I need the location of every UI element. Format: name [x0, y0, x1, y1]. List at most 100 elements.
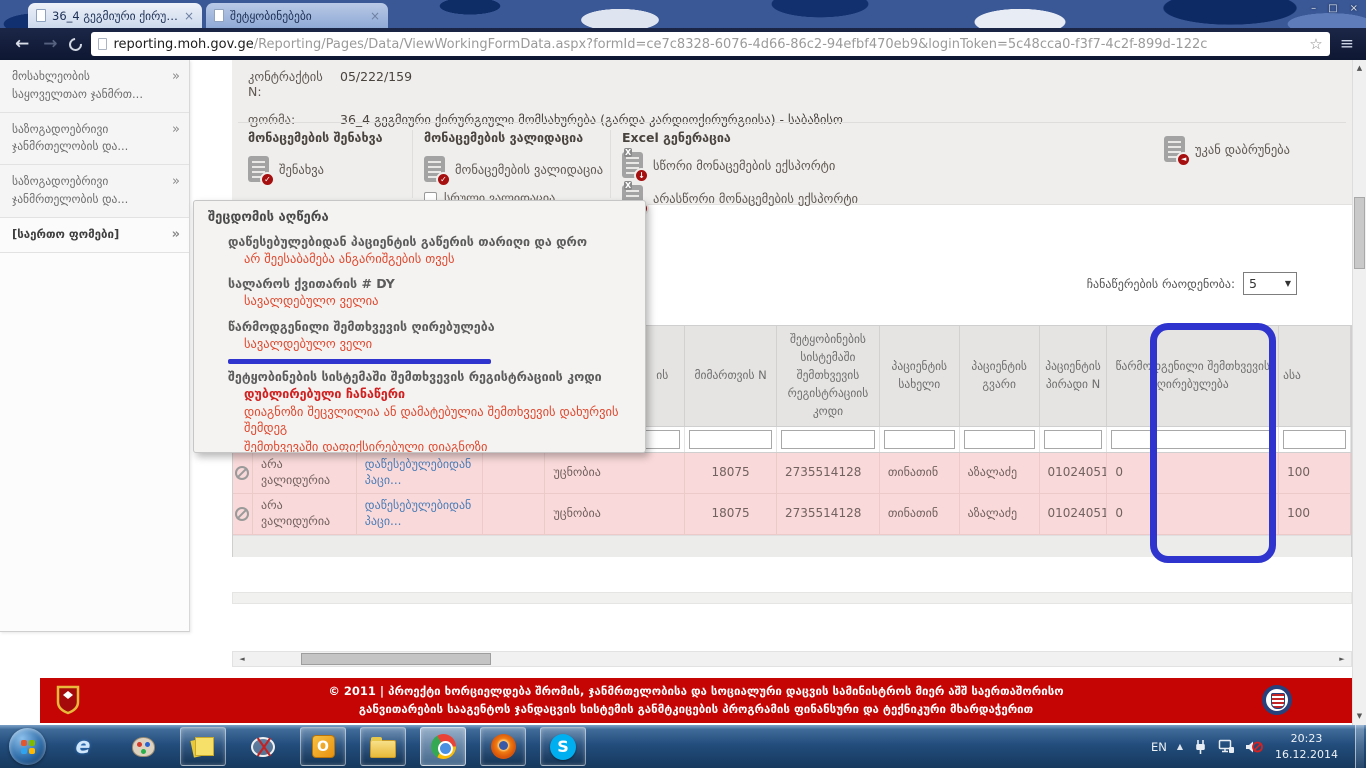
vertical-scrollbar[interactable]: ▲ ▼ — [1352, 60, 1366, 725]
scroll-down-icon[interactable]: ▼ — [1353, 709, 1366, 724]
sidebar-item-label: საზოგადოებრივი ჯანმრთელობის და... — [12, 122, 128, 154]
tooltip-error-text: შემთხვევაში დაფიქსირებული დიაგნოზი — [244, 439, 631, 454]
sidebar-item-public-health-2[interactable]: საზოგადოებრივი ჯანმრთელობის და... » — [0, 165, 189, 218]
vertical-scrollbar-thumb[interactable] — [1354, 197, 1365, 269]
window-minimize-icon[interactable]: – — [1311, 3, 1316, 14]
error-details-link[interactable]: დაწესებულებიდან პაცი... — [365, 498, 474, 529]
browser-tab-active[interactable]: 36_4 გეგმიური ქირურგი × — [28, 3, 202, 28]
column-header-last-name: პაციენტის გვარი — [960, 326, 1040, 426]
taskbar-item-skype[interactable]: S — [540, 727, 586, 766]
filter-input[interactable] — [781, 430, 875, 449]
network-icon[interactable] — [1218, 739, 1235, 754]
table-cell: უცნობია — [545, 494, 685, 534]
snipping-tool-icon — [251, 737, 275, 757]
back-nav-icon[interactable]: ← — [15, 36, 29, 53]
taskbar-item-firefox[interactable] — [480, 727, 526, 766]
error-details-link[interactable]: დაწესებულებიდან პაცი... — [365, 457, 474, 488]
taskbar-item-explorer[interactable] — [360, 727, 406, 766]
taskbar-clock[interactable]: 20:23 16.12.2014 — [1275, 731, 1338, 762]
save-button[interactable]: ✓ შენახვა — [248, 156, 408, 182]
taskbar-item-paint[interactable] — [120, 727, 166, 766]
power-plug-icon[interactable] — [1193, 739, 1208, 755]
registration-code-cell: 2735514128 — [777, 453, 880, 493]
filter-cell — [960, 427, 1040, 452]
excel-export-icon: X↓ — [622, 152, 643, 178]
sidebar: მოსახლეობის საყოველთაო ჯანმრთ... » საზოგ… — [0, 60, 190, 632]
export-valid-label: სწორი მონაცემების ექსპორტი — [653, 158, 835, 173]
save-group-title: მონაცემების შენახვა — [248, 130, 408, 145]
scroll-left-icon[interactable]: ◄ — [235, 652, 249, 666]
tab-close-icon[interactable]: × — [184, 10, 194, 22]
window-maximize-icon[interactable]: □ — [1328, 3, 1337, 14]
horizontal-scrollbar-thumb[interactable] — [301, 653, 491, 665]
browser-toolbar: ← → reporting.moh.gov.ge/Reporting/Pages… — [0, 28, 1366, 60]
table-cell — [483, 494, 546, 534]
tooltip-error-text: არ შეესაბამება ანგარიშგების თვეს — [244, 251, 631, 267]
table-cell: უცნობია — [545, 453, 685, 493]
tab-title: 36_4 გეგმიური ქირურგი — [52, 9, 178, 23]
export-invalid-button[interactable]: X! არასწორი მონაცემების ექსპორტი — [622, 185, 892, 211]
internet-explorer-icon: e — [76, 734, 91, 759]
table-row[interactable]: არა ვალიდურია დაწესებულებიდან პაცი... უც… — [233, 453, 1351, 494]
page-size-select[interactable]: 5 ▼ — [1243, 272, 1297, 295]
panel-separator — [238, 122, 1346, 123]
filter-input[interactable] — [884, 430, 955, 449]
browser-menu-icon[interactable]: ≡ — [1340, 34, 1354, 54]
tab-close-icon[interactable]: × — [370, 10, 380, 22]
filter-input[interactable] — [1044, 430, 1103, 449]
sidebar-item-universal-health[interactable]: მოსახლეობის საყოველთაო ჯანმრთ... » — [0, 60, 189, 113]
forward-nav-icon[interactable]: → — [43, 36, 57, 53]
url-path: /Reporting/Pages/Data/ViewWorkingFormDat… — [254, 37, 1208, 52]
filter-input[interactable] — [964, 430, 1035, 449]
save-group: მონაცემების შენახვა ✓ შენახვა — [248, 130, 408, 182]
sidebar-item-public-health-1[interactable]: საზოგადოებრივი ჯანმრთელობის და... » — [0, 113, 189, 166]
column-header-registration-code: შეტყობინების სისტემაში შემთხვევის რეგისტ… — [777, 326, 880, 426]
volume-muted-icon[interactable] — [1245, 739, 1263, 755]
scroll-right-icon[interactable]: ► — [1335, 652, 1349, 666]
usaid-seal-icon — [1262, 685, 1292, 715]
taskbar-item-snipping-tool[interactable] — [240, 727, 286, 766]
validation-button[interactable]: ✓ მონაცემების ვალიდაცია — [424, 156, 606, 182]
bookmark-star-icon[interactable]: ☆ — [1309, 35, 1322, 53]
scroll-up-icon[interactable]: ▲ — [1353, 61, 1366, 76]
back-badge-icon: ◄ — [1176, 152, 1191, 167]
skype-icon: S — [550, 734, 576, 760]
tooltip-field-label: შეტყობინების სისტემაში შემთხვევის რეგისტ… — [228, 369, 631, 384]
show-hidden-icons[interactable]: ▲ — [1177, 742, 1183, 751]
reload-icon[interactable] — [66, 35, 84, 53]
url-bar[interactable]: reporting.moh.gov.ge/Reporting/Pages/Dat… — [91, 32, 1330, 56]
filter-input[interactable] — [689, 430, 772, 449]
filter-input[interactable] — [1283, 430, 1346, 449]
taskbar-item-sticky-notes[interactable] — [180, 727, 226, 766]
show-desktop-button[interactable] — [1355, 725, 1364, 768]
check-badge-icon: ✓ — [260, 172, 275, 187]
taskbar: e O S EN ▲ 20:23 16.12.2014 — [0, 725, 1366, 768]
check-badge-icon: ✓ — [436, 172, 451, 187]
export-valid-button[interactable]: X↓ სწორი მონაცემების ექსპორტი — [622, 152, 892, 178]
taskbar-icons: e O S — [60, 727, 586, 766]
tab-title: შეტყობინებები — [230, 9, 364, 23]
sidebar-item-common-forms[interactable]: [საერთო ფომები] » — [0, 218, 189, 253]
taskbar-item-internet-explorer[interactable]: e — [60, 727, 106, 766]
browser-tab-messages[interactable]: შეტყობინებები × — [206, 3, 388, 28]
not-valid-icon — [235, 466, 249, 480]
validation-group-title: მონაცემების ვალიდაცია — [424, 130, 606, 145]
error-link-cell: დაწესებულებიდან პაცი... — [357, 453, 483, 493]
start-button[interactable] — [9, 728, 46, 765]
page-favicon — [214, 9, 224, 22]
taskbar-item-outlook[interactable]: O — [300, 727, 346, 766]
tooltip-field-label: დაწესებულებიდან პაციენტის გაწერის თარიღი… — [228, 234, 631, 249]
clock-time: 20:23 — [1275, 731, 1338, 746]
back-button[interactable]: ◄ უკან დაბრუნება — [1164, 136, 1290, 162]
georgia-coat-of-arms-icon — [56, 685, 80, 719]
horizontal-scrollbar[interactable]: ◄ ► — [232, 651, 1352, 667]
window-close-icon[interactable]: × — [1350, 3, 1358, 14]
outlook-icon: O — [312, 735, 335, 758]
table-row[interactable]: არა ვალიდურია დაწესებულებიდან პაცი... უც… — [233, 494, 1351, 535]
taskbar-item-chrome[interactable] — [420, 727, 466, 766]
language-indicator[interactable]: EN — [1151, 740, 1167, 754]
table-cell: 100 — [1279, 494, 1351, 534]
filter-input[interactable] — [1111, 430, 1274, 449]
sidebar-item-label: მოსახლეობის საყოველთაო ჯანმრთ... — [12, 69, 143, 101]
footer-line-1: © 2011 | პროექტი ხორციელდება შრომის, ჯან… — [328, 683, 1063, 701]
